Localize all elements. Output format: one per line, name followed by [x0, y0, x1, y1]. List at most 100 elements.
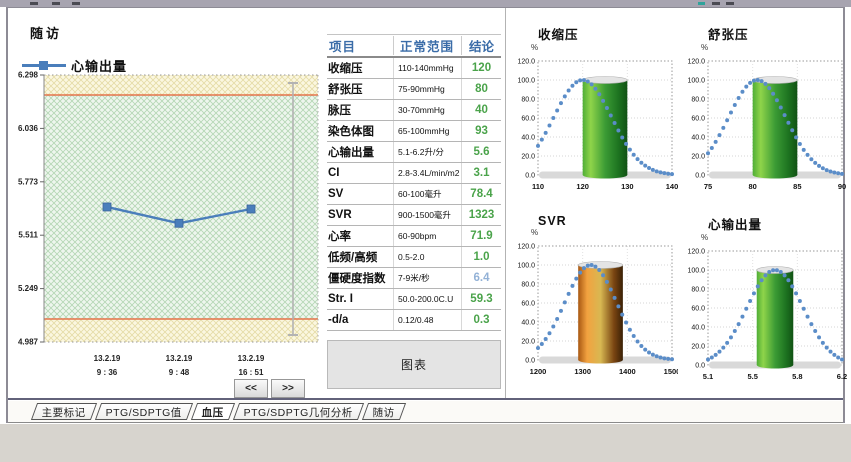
svg-text:1500: 1500 — [664, 367, 678, 376]
svg-text:5.511: 5.511 — [18, 231, 38, 240]
gauge-unit-label: % — [701, 43, 850, 52]
normal-range: 65-100mmHg — [393, 121, 461, 141]
tab-血压[interactable]: 血压 — [191, 403, 235, 420]
next-page-button[interactable]: >> — [271, 379, 305, 398]
followup-title: 随访 — [30, 23, 62, 42]
result-value: 0.3 — [461, 310, 501, 330]
svg-text:80.0: 80.0 — [691, 287, 705, 294]
svg-text:9 : 48: 9 : 48 — [169, 368, 190, 377]
svg-text:5.1: 5.1 — [703, 372, 713, 381]
svg-text:40.0: 40.0 — [691, 135, 705, 142]
result-value: 5.6 — [461, 142, 501, 162]
svg-text:120: 120 — [576, 182, 589, 191]
table-row: 收缩压110-140mmHg120 — [327, 58, 501, 79]
svg-text:5.8: 5.8 — [792, 372, 802, 381]
svg-text:60.0: 60.0 — [691, 116, 705, 123]
table-row: 舒张压75-90mmHg80 — [327, 79, 501, 100]
item-name: 舒张压 — [327, 79, 393, 99]
table-row: 心输出量5.1-6.2升/分5.6 — [327, 142, 501, 163]
svg-text:16 : 51: 16 : 51 — [239, 368, 264, 377]
svg-text:5.249: 5.249 — [18, 284, 39, 293]
svg-text:100.0: 100.0 — [517, 78, 535, 85]
result-value: 59.3 — [461, 289, 501, 309]
gauge-chart: 120.0100.080.060.040.020.00.05.15.55.86.… — [682, 242, 848, 390]
svg-text:60.0: 60.0 — [521, 301, 535, 308]
svg-text:140: 140 — [666, 182, 678, 191]
gauge-unit-label: % — [701, 233, 850, 242]
bar-cylinder — [583, 80, 628, 175]
gauge-收缩压: 收缩压%120.0100.080.060.040.020.00.01101201… — [512, 24, 680, 205]
content-bottom-line — [8, 398, 843, 400]
svg-text:20.0: 20.0 — [691, 154, 705, 161]
svg-text:120.0: 120.0 — [687, 59, 705, 66]
svg-text:75: 75 — [704, 182, 712, 191]
table-row: 低频/高频0.5-2.01.0 — [327, 247, 501, 268]
tab-主要标记[interactable]: 主要标记 — [31, 403, 97, 420]
dash-icon — [712, 2, 720, 5]
gauge-chart: 120.0100.080.060.040.020.00.011012013014… — [512, 52, 678, 200]
item-name: 心输出量 — [327, 142, 393, 162]
normal-range: 60-90bpm — [393, 226, 461, 246]
svg-text:100.0: 100.0 — [687, 268, 705, 275]
item-name: 染色体图 — [327, 121, 393, 141]
svg-text:5.5: 5.5 — [747, 372, 757, 381]
svg-text:1200: 1200 — [530, 367, 547, 376]
bar-cylinder — [757, 270, 794, 365]
normal-range: 0.12/0.48 — [393, 310, 461, 330]
bar-cylinder — [578, 265, 623, 360]
chart-button[interactable]: 图表 — [327, 340, 501, 389]
gauge-chart: 120.0100.080.060.040.020.00.075808590 — [682, 52, 848, 200]
result-value: 93 — [461, 121, 501, 141]
svg-text:1300: 1300 — [574, 367, 591, 376]
svg-text:130: 130 — [621, 182, 634, 191]
svg-text:90: 90 — [838, 182, 846, 191]
prev-page-button[interactable]: << — [234, 379, 268, 398]
svg-text:120.0: 120.0 — [517, 244, 535, 251]
item-name: 僵硬度指数 — [327, 268, 393, 288]
normal-range: 60-100毫升 — [393, 184, 461, 204]
tab-PTG/SDPTG值[interactable]: PTG/SDPTG值 — [95, 403, 193, 420]
item-name: Str. I — [327, 289, 393, 309]
gauge-title: 收缩压 — [538, 24, 680, 43]
data-point — [103, 203, 111, 211]
table-row: SVR900-1500毫升1323 — [327, 205, 501, 226]
table-row: 僵硬度指数7-9米/秒6.4 — [327, 268, 501, 289]
result-value: 6.4 — [461, 268, 501, 288]
normal-range: 30-70mmHg — [393, 100, 461, 120]
normal-range: 0.5-2.0 — [393, 247, 461, 267]
svg-text:6.036: 6.036 — [18, 124, 39, 133]
legend-line-marker-icon — [22, 64, 66, 67]
gauge-舒张压: 舒张压%120.0100.080.060.040.020.00.07580859… — [682, 24, 850, 205]
normal-range: 110-140mmHg — [393, 58, 461, 78]
result-value: 1323 — [461, 205, 501, 225]
table-row: -d/a0.12/0.480.3 — [327, 310, 501, 331]
svg-text:0.0: 0.0 — [525, 173, 535, 180]
svg-text:0.0: 0.0 — [695, 173, 705, 180]
dash-icon — [52, 2, 60, 5]
svg-text:6.298: 6.298 — [18, 71, 39, 80]
tab-PTG/SDPTG几何分析[interactable]: PTG/SDPTG几何分析 — [233, 403, 364, 420]
normal-range: 50.0-200.0C.U — [393, 289, 461, 309]
result-value: 3.1 — [461, 163, 501, 183]
gauges-panel: 收缩压%120.0100.080.060.040.020.00.01101201… — [506, 8, 845, 398]
tab-随访[interactable]: 随访 — [362, 403, 406, 420]
result-value: 40 — [461, 100, 501, 120]
gauge-title: 舒张压 — [708, 24, 850, 43]
svg-text:40.0: 40.0 — [691, 325, 705, 332]
item-name: 脉压 — [327, 100, 393, 120]
normal-range: 5.1-6.2升/分 — [393, 142, 461, 162]
table-body: 收缩压110-140mmHg120舒张压75-90mmHg80脉压30-70mm… — [327, 58, 501, 331]
svg-text:6.2: 6.2 — [837, 372, 847, 381]
gauge-chart: 120.0100.080.060.040.020.00.012001300140… — [512, 237, 678, 385]
svg-text:60.0: 60.0 — [521, 116, 535, 123]
svg-text:9 : 36: 9 : 36 — [97, 368, 118, 377]
column-header: 正常范围 — [393, 36, 461, 55]
item-name: CI — [327, 163, 393, 183]
svg-text:5.773: 5.773 — [18, 177, 39, 186]
table-row: Str. I50.0-200.0C.U59.3 — [327, 289, 501, 310]
app-window: 随访 心输出量 6.2986.0365.7735.5115.2494.98713… — [6, 7, 845, 423]
gauge-unit-label: % — [531, 228, 680, 237]
svg-text:100.0: 100.0 — [517, 263, 535, 270]
status-area — [0, 424, 851, 462]
table-row: CI2.8-3.4L/min/m23.1 — [327, 163, 501, 184]
